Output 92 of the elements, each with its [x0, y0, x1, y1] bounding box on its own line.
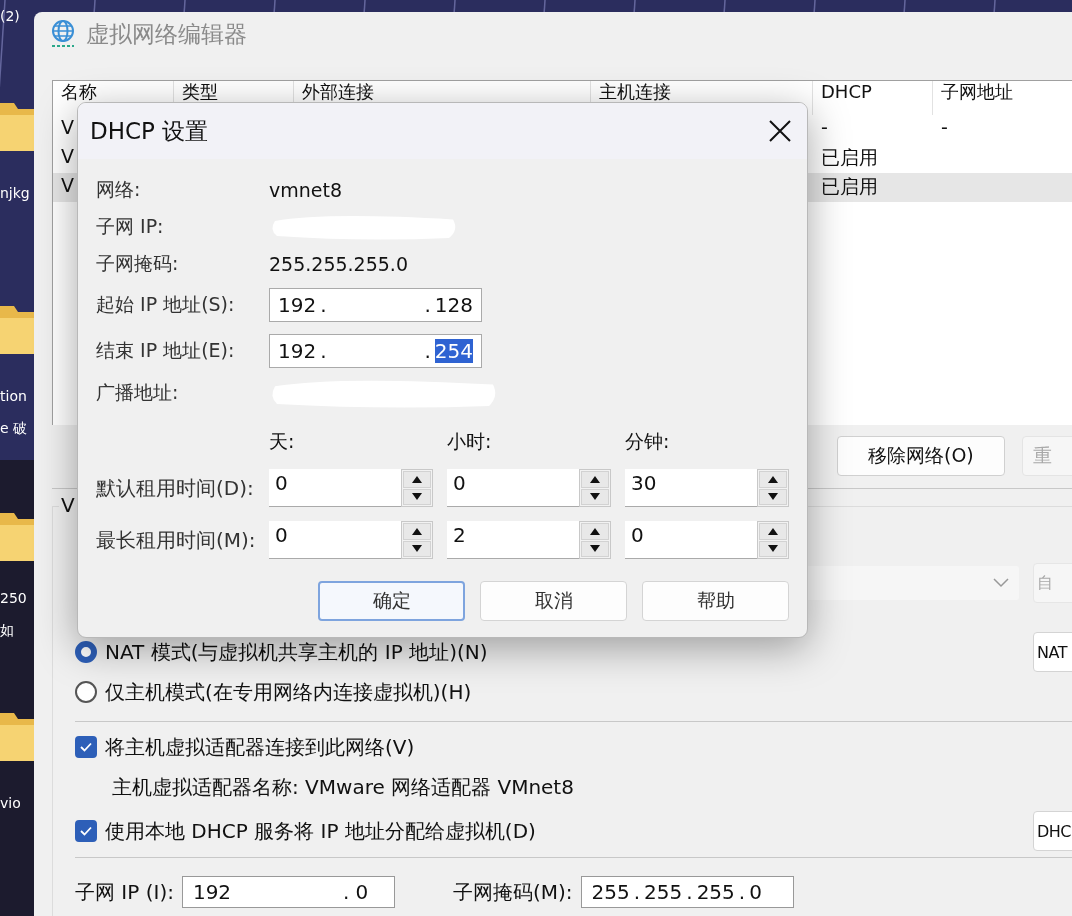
spin-up-button[interactable]: [403, 471, 431, 488]
window-title: 虚拟网络编辑器: [86, 19, 247, 49]
field-value: 255.255.255.0: [269, 252, 408, 275]
desktop-icon-label[interactable]: njkg: [0, 185, 30, 201]
spin-down-button[interactable]: [759, 540, 787, 557]
spin-up-button[interactable]: [403, 523, 431, 540]
field-label: 子网 IP (I):: [75, 878, 174, 906]
number-field[interactable]: 0: [447, 469, 579, 507]
table-cell: V: [61, 145, 74, 167]
field-value: vmnet8: [269, 178, 343, 201]
up-triangle-icon: [768, 475, 778, 483]
spin-down-button[interactable]: [581, 540, 609, 557]
close-icon: [769, 120, 791, 142]
up-triangle-icon: [590, 475, 600, 483]
up-triangle-icon: [590, 527, 600, 535]
spin-down-button[interactable]: [403, 540, 431, 557]
checkbox[interactable]: [75, 736, 97, 758]
column-header[interactable]: 名称: [61, 82, 97, 102]
table-cell: -: [941, 116, 948, 138]
up-triangle-icon: [768, 527, 778, 535]
subnet-ip-field[interactable]: 192 . 0: [181, 876, 395, 908]
down-triangle-icon: [412, 493, 422, 501]
table-cell: V: [61, 174, 74, 196]
octet-text: 128: [434, 293, 473, 317]
globe-icon: [50, 19, 76, 49]
down-triangle-icon: [412, 545, 422, 553]
down-triangle-icon: [768, 493, 778, 501]
field-label: 起始 IP 地址(S):: [96, 292, 236, 317]
nat-settings-button[interactable]: NAT: [1033, 632, 1072, 672]
network-button[interactable]: 移除网络(O): [837, 436, 1005, 476]
field-label: 结束 IP 地址(E):: [96, 338, 236, 363]
spin-up-button[interactable]: [581, 471, 609, 488]
chevron-down-icon: [993, 578, 1010, 588]
spin-up-button[interactable]: [759, 471, 787, 488]
spin-down-button[interactable]: [403, 488, 431, 505]
unit-label: 分钟:: [625, 429, 671, 454]
dialog-button[interactable]: 确定: [318, 581, 465, 621]
down-triangle-icon: [768, 545, 778, 553]
desktop-icon-label[interactable]: 如: [0, 622, 14, 640]
number-field[interactable]: 30: [625, 469, 757, 507]
up-triangle-icon: [412, 527, 422, 535]
field-label: 子网 IP:: [96, 213, 165, 239]
dialog-title: DHCP 设置: [90, 116, 209, 146]
spin-down-button[interactable]: [759, 488, 787, 505]
radio-label[interactable]: 仅主机模式(在专用网络内连接虚拟机)(H): [105, 678, 472, 706]
down-triangle-icon: [590, 545, 600, 553]
spin-up-button[interactable]: [581, 523, 609, 540]
table-cell: -: [821, 116, 828, 138]
desktop-icon-label[interactable]: 250: [0, 590, 27, 606]
table-cell: 已启用: [821, 175, 878, 197]
spin-down-button[interactable]: [581, 488, 609, 505]
spin-up-button[interactable]: [759, 523, 787, 540]
desktop-icon-label[interactable]: e 破: [0, 420, 28, 438]
dialog-button[interactable]: 取消: [480, 581, 627, 621]
column-header[interactable]: 子网地址: [941, 82, 1013, 102]
field-label: 默认租用时间(D):: [96, 474, 255, 502]
table-cell: 已启用: [821, 146, 878, 168]
field-label: 最长租用时间(M):: [96, 526, 257, 554]
number-field[interactable]: 0: [269, 521, 401, 559]
radio-button[interactable]: [75, 641, 97, 663]
checkmark-icon: [80, 826, 92, 836]
desktop-icon-label[interactable]: (2): [0, 8, 20, 24]
ip-address-field[interactable]: 192 . . 254: [269, 334, 482, 368]
field-label: 网络:: [96, 176, 142, 202]
checkbox-label[interactable]: 使用本地 DHCP 服务将 IP 地址分配给虚拟机(D): [105, 817, 536, 845]
column-header[interactable]: 主机连接: [599, 82, 671, 102]
checkbox[interactable]: [75, 820, 97, 842]
field-label: 子网掩码:: [96, 250, 180, 276]
checkbox-label[interactable]: 将主机虚拟适配器连接到此网络(V): [105, 733, 415, 761]
field-label: 广播地址:: [96, 379, 180, 405]
octet-text: 254: [434, 339, 473, 363]
unit-label: 天:: [269, 429, 296, 454]
dhcp-settings-button[interactable]: DHC: [1033, 811, 1072, 851]
radio-button[interactable]: [75, 681, 97, 703]
number-field[interactable]: 0: [625, 521, 757, 559]
desktop-icon-label[interactable]: vio: [0, 795, 21, 811]
subnet-mask-field[interactable]: 255 . 255 . 255 . 0: [580, 876, 794, 908]
number-field[interactable]: 0: [269, 469, 401, 507]
field-label: 子网掩码(M):: [452, 878, 573, 906]
radio-label[interactable]: NAT 模式(与虚拟机共享主机的 IP 地址)(N): [105, 638, 488, 666]
number-field[interactable]: 2: [447, 521, 579, 559]
desktop-icon-label[interactable]: tion: [0, 388, 27, 404]
column-header[interactable]: DHCP: [821, 82, 872, 102]
checkmark-icon: [80, 742, 92, 752]
column-header[interactable]: 外部连接: [302, 82, 374, 102]
down-triangle-icon: [590, 493, 600, 501]
up-triangle-icon: [412, 475, 422, 483]
column-header[interactable]: 类型: [182, 82, 218, 102]
ip-address-field[interactable]: 192 . . 128: [269, 288, 482, 322]
dialog-button[interactable]: 帮助: [642, 581, 789, 621]
unit-label: 小时:: [447, 429, 493, 454]
adapter-name-text: 主机虚拟适配器名称: VMware 网络适配器 VMnet8: [112, 773, 574, 801]
